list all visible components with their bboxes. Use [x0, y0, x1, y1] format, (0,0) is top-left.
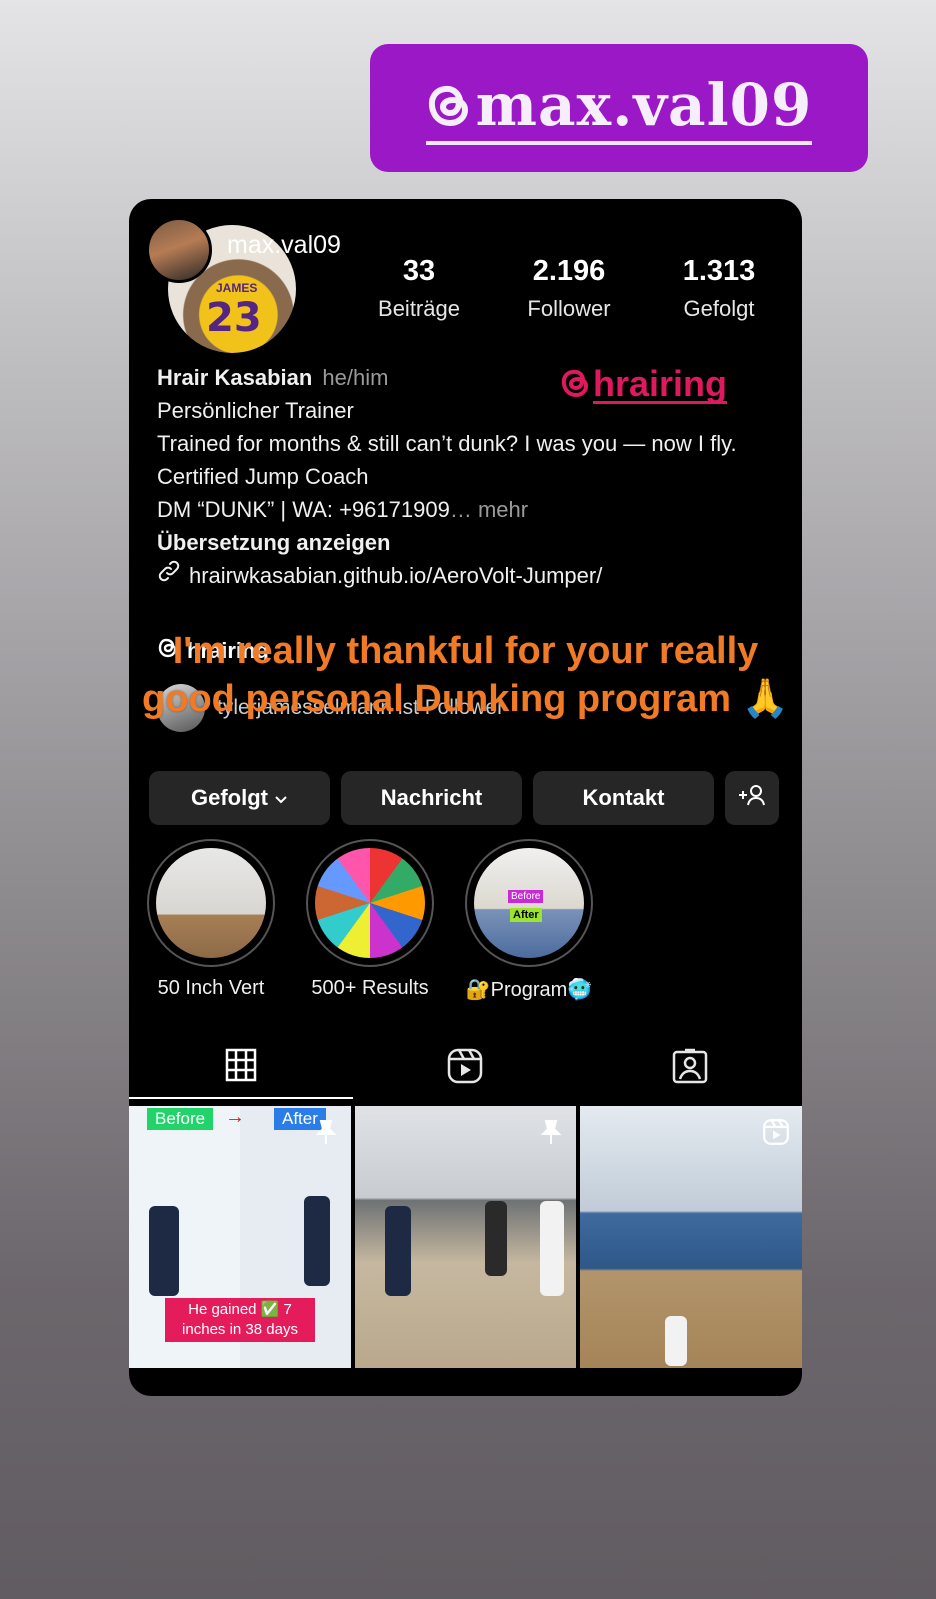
profile-name: Hrair Kasabian — [157, 365, 313, 390]
more-link[interactable]: … mehr — [450, 497, 528, 522]
profile-tabs — [129, 1037, 802, 1099]
profile-actions: Gefolgt Nachricht Kontakt — [149, 771, 779, 825]
bio-line-3: DM “DUNK” | WA: +96171909 — [157, 497, 450, 522]
add-person-icon — [737, 783, 767, 813]
chevron-down-icon — [274, 785, 288, 811]
highlight-program[interactable]: Before After 🔐Program🥶 — [465, 839, 593, 1002]
post-caption-tag: He gained ✅ 7 inches in 38 days — [165, 1298, 315, 1342]
stat-posts[interactable]: 33 Beiträge — [349, 255, 489, 322]
link-icon — [157, 559, 181, 592]
jersey-name: JAMES — [216, 281, 258, 295]
pin-icon — [311, 1118, 339, 1151]
post-thumbnail[interactable] — [354, 1106, 577, 1368]
bio-line-2: Certified Jump Coach — [157, 464, 369, 489]
profile-card: JAMES 23 max.val09 33 Beiträge 2.196 Fol… — [129, 199, 802, 1396]
grid-icon — [225, 1048, 257, 1087]
following-label: Gefolgt — [191, 785, 268, 810]
highlight-label: 🔐Program🥶 — [465, 979, 593, 1001]
story-avatar — [146, 217, 212, 283]
threads-mention-sticker[interactable]: hrairing — [559, 363, 728, 406]
profile-pronouns: he/him — [322, 365, 389, 390]
story-highlights: 50 Inch Vert 500+ Results Before After 🔐… — [147, 839, 593, 1002]
highlight-ring — [147, 839, 275, 967]
reel-badge-icon — [762, 1118, 790, 1151]
player-figure — [384, 1206, 411, 1296]
stat-following[interactable]: 1.313 Gefolgt — [649, 255, 789, 322]
player-figure — [484, 1201, 507, 1276]
mention-sticker[interactable]: max.val09 — [370, 44, 868, 172]
profile-username: max.val09 — [227, 231, 341, 259]
stat-value: 1.313 — [682, 255, 756, 287]
player-figure — [149, 1206, 179, 1296]
post-thumbnail[interactable]: Before → After He gained ✅ 7 inches in 3… — [129, 1106, 351, 1368]
tagged-icon — [671, 1047, 709, 1090]
following-button[interactable]: Gefolgt — [149, 771, 330, 825]
stat-value: 2.196 — [532, 255, 606, 287]
suggest-people-button[interactable] — [725, 771, 779, 825]
player-figure — [304, 1196, 330, 1286]
bio-line-1: Trained for months & still can’t dunk? I… — [157, 431, 737, 456]
before-tag: Before — [508, 890, 544, 903]
threads-icon — [559, 365, 591, 406]
jersey-number: 23 — [206, 295, 262, 341]
highlight-cover — [315, 848, 425, 958]
stat-value: 33 — [402, 255, 436, 287]
mention-username: max.val09 — [475, 71, 813, 139]
tab-reels[interactable] — [353, 1037, 577, 1099]
highlight-results[interactable]: 500+ Results — [306, 839, 434, 1002]
highlight-cover — [156, 848, 266, 958]
pin-icon — [536, 1118, 564, 1151]
tab-tagged[interactable] — [578, 1037, 802, 1099]
arrow-right-icon: → — [225, 1106, 245, 1128]
stat-followers[interactable]: 2.196 Follower — [499, 255, 639, 322]
highlight-label: 500+ Results — [311, 977, 429, 999]
translate-link[interactable]: Übersetzung anzeigen — [157, 526, 777, 559]
profile-link[interactable]: hrairwkasabian.github.io/AeroVolt-Jumper… — [189, 559, 602, 592]
after-tag: After — [510, 908, 542, 922]
tab-posts[interactable] — [129, 1037, 354, 1099]
player-figure — [665, 1316, 688, 1366]
threads-icon — [426, 78, 472, 132]
stat-label: Gefolgt — [683, 296, 755, 321]
highlight-ring — [306, 839, 434, 967]
highlight-ring: Before After — [465, 839, 593, 967]
player-figure — [539, 1201, 564, 1296]
message-button[interactable]: Nachricht — [341, 771, 522, 825]
highlight-50-inch-vert[interactable]: 50 Inch Vert — [147, 839, 275, 1002]
reels-icon — [446, 1047, 484, 1090]
stat-label: Follower — [527, 296, 611, 321]
posts-grid: Before → After He gained ✅ 7 inches in 3… — [129, 1106, 802, 1368]
highlight-cover: Before After — [474, 848, 584, 958]
story-caption: I'm really thankful for your really good… — [142, 630, 789, 720]
before-tag: Before — [147, 1108, 214, 1130]
post-thumbnail[interactable] — [580, 1106, 802, 1368]
highlight-label: 50 Inch Vert — [157, 977, 265, 999]
contact-button[interactable]: Kontakt — [533, 771, 714, 825]
stat-label: Beiträge — [378, 296, 460, 321]
profile-stats: 33 Beiträge 2.196 Follower 1.313 Gefolgt — [344, 255, 794, 322]
threads-mention-handle: hrairing — [593, 363, 728, 404]
